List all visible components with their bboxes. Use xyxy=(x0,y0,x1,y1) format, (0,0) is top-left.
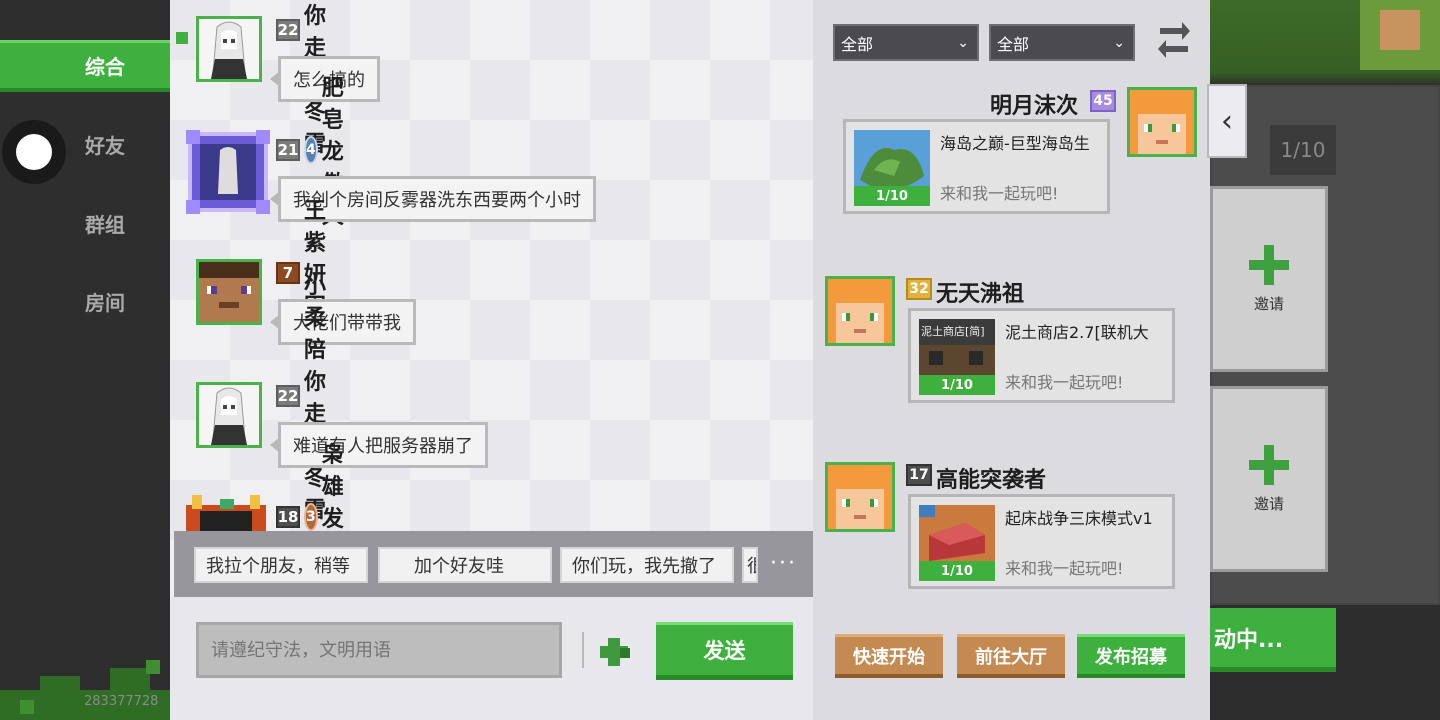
quick-reply-chip[interactable]: 你们玩，我先撤了 xyxy=(560,547,734,583)
filter-value: 全部 xyxy=(997,34,1030,54)
level-badge: 17 xyxy=(906,464,932,486)
bg-count-text: 1/10 xyxy=(1270,125,1336,175)
room-thumbnail: 泥土商店[简] 1/10 xyxy=(919,319,995,395)
avatar[interactable] xyxy=(196,259,262,325)
avatar[interactable] xyxy=(825,276,895,346)
room-invite-text: 来和我一起玩吧! xyxy=(1005,373,1124,392)
room-card[interactable]: 泥土商店[简] 1/10 泥土商店2.7[联机大 来和我一起玩吧! xyxy=(908,308,1175,403)
room-player-count: 1/10 xyxy=(919,561,995,581)
avatar[interactable] xyxy=(196,382,262,448)
avatar[interactable] xyxy=(825,462,895,532)
level-badge: 32 xyxy=(906,278,932,300)
quick-start-button[interactable]: 快速开始 xyxy=(835,634,943,678)
level-badge: 45 xyxy=(1090,90,1116,112)
level-badge: 22 xyxy=(276,19,300,41)
bg-action-button: 动中... xyxy=(1210,608,1336,672)
emoji-icon[interactable] xyxy=(598,634,634,670)
message-bubble: 难道有人把服务器崩了 xyxy=(270,422,488,468)
user-id-text: 283377728 xyxy=(84,694,159,709)
room-invite-text: 来和我一起玩吧! xyxy=(1005,559,1124,578)
sidebar-item-groups[interactable]: 群组 xyxy=(0,197,170,249)
quick-reply-chip[interactable]: 加个好友哇 xyxy=(378,547,552,583)
filter-select-1[interactable]: 全部 ⌄ xyxy=(833,24,979,61)
bg-invite-label: 邀请 xyxy=(1253,494,1284,513)
floating-assist-button[interactable] xyxy=(2,120,66,184)
player-name[interactable]: 明月沫次 xyxy=(990,88,1078,120)
refresh-icon[interactable] xyxy=(1156,22,1192,58)
room-player-count: 1/10 xyxy=(919,375,995,395)
post-recruit-button[interactable]: 发布招募 xyxy=(1077,634,1185,678)
avatar[interactable] xyxy=(1127,87,1197,157)
avatar[interactable] xyxy=(186,495,266,535)
sidebar: 综合 好友 群组 房间 283377728 xyxy=(0,0,190,720)
more-icon[interactable]: ··· xyxy=(770,551,797,576)
room-name: 起床战争三床模式v1 xyxy=(1005,509,1153,528)
message-header: 21 4 肥皂龙傲天 xyxy=(276,76,363,229)
level-badge: 7 xyxy=(276,262,300,284)
player-name[interactable]: 无天沸祖 xyxy=(936,276,1024,308)
message-bubble: 大佬们带带我 xyxy=(270,299,416,345)
chat-corner-marker xyxy=(176,32,188,44)
go-lobby-button[interactable]: 前往大厅 xyxy=(957,634,1065,678)
bg-invite-label: 邀请 xyxy=(1253,294,1284,313)
plus-icon xyxy=(1249,444,1289,485)
quick-reply-chip[interactable]: 很 xyxy=(742,547,758,583)
bg-invite-slot: 邀请 xyxy=(1210,386,1328,572)
sidebar-item-rooms[interactable]: 房间 xyxy=(0,275,170,327)
filter-value: 全部 xyxy=(841,34,874,54)
chevron-down-icon: ⌄ xyxy=(957,35,969,51)
room-thumbnail: 1/10 xyxy=(919,505,995,581)
quick-reply-bar: 我拉个朋友，稍等 加个好友哇 你们玩，我先撤了 很 xyxy=(174,531,813,597)
avatar[interactable] xyxy=(196,16,262,82)
room-name: 泥土商店2.7[联机大 xyxy=(1005,323,1149,342)
message-header: 22 小柔陪你走过冬雪 xyxy=(276,274,331,523)
plus-icon xyxy=(1249,244,1289,285)
level-badge: 18 xyxy=(276,506,300,528)
bg-invite-slot: 邀请 xyxy=(1210,186,1328,372)
room-name: 海岛之巅-巨型海岛生 xyxy=(940,134,1090,153)
room-card[interactable]: 1/10 海岛之巅-巨型海岛生 来和我一起玩吧! xyxy=(843,119,1110,214)
collapse-panel-button[interactable]: ‹ xyxy=(1207,84,1247,158)
level-badge: 21 xyxy=(276,139,300,161)
rank-badge: 4 xyxy=(304,136,318,164)
room-thumbnail: 1/10 xyxy=(854,130,930,206)
room-player-count: 1/10 xyxy=(854,186,930,206)
message-header: 18 3 枭雄发芽二 xyxy=(276,443,363,596)
room-thumbnail-label: 泥土商店[简] xyxy=(921,325,985,338)
message-header: 22 小柔陪你走过冬雪 xyxy=(276,4,331,157)
avatar[interactable] xyxy=(186,130,270,214)
rank-badge: 3 xyxy=(304,503,318,531)
bg-pixel-block xyxy=(1380,10,1420,50)
level-badge: 22 xyxy=(276,385,300,407)
filter-select-2[interactable]: 全部 ⌄ xyxy=(989,24,1135,61)
divider xyxy=(582,632,584,668)
chevron-left-icon: ‹ xyxy=(1221,103,1233,139)
room-invite-text: 来和我一起玩吧! xyxy=(940,184,1059,203)
chevron-down-icon: ⌄ xyxy=(1113,35,1125,51)
send-button[interactable]: 发送 xyxy=(656,622,793,680)
room-card[interactable]: 1/10 起床战争三床模式v1 来和我一起玩吧! xyxy=(908,494,1175,589)
sidebar-item-all[interactable]: 综合 xyxy=(0,40,170,92)
message-input[interactable] xyxy=(196,622,562,678)
player-name[interactable]: 高能突袭者 xyxy=(936,462,1046,494)
quick-reply-chip[interactable]: 我拉个朋友，稍等 xyxy=(194,547,368,583)
